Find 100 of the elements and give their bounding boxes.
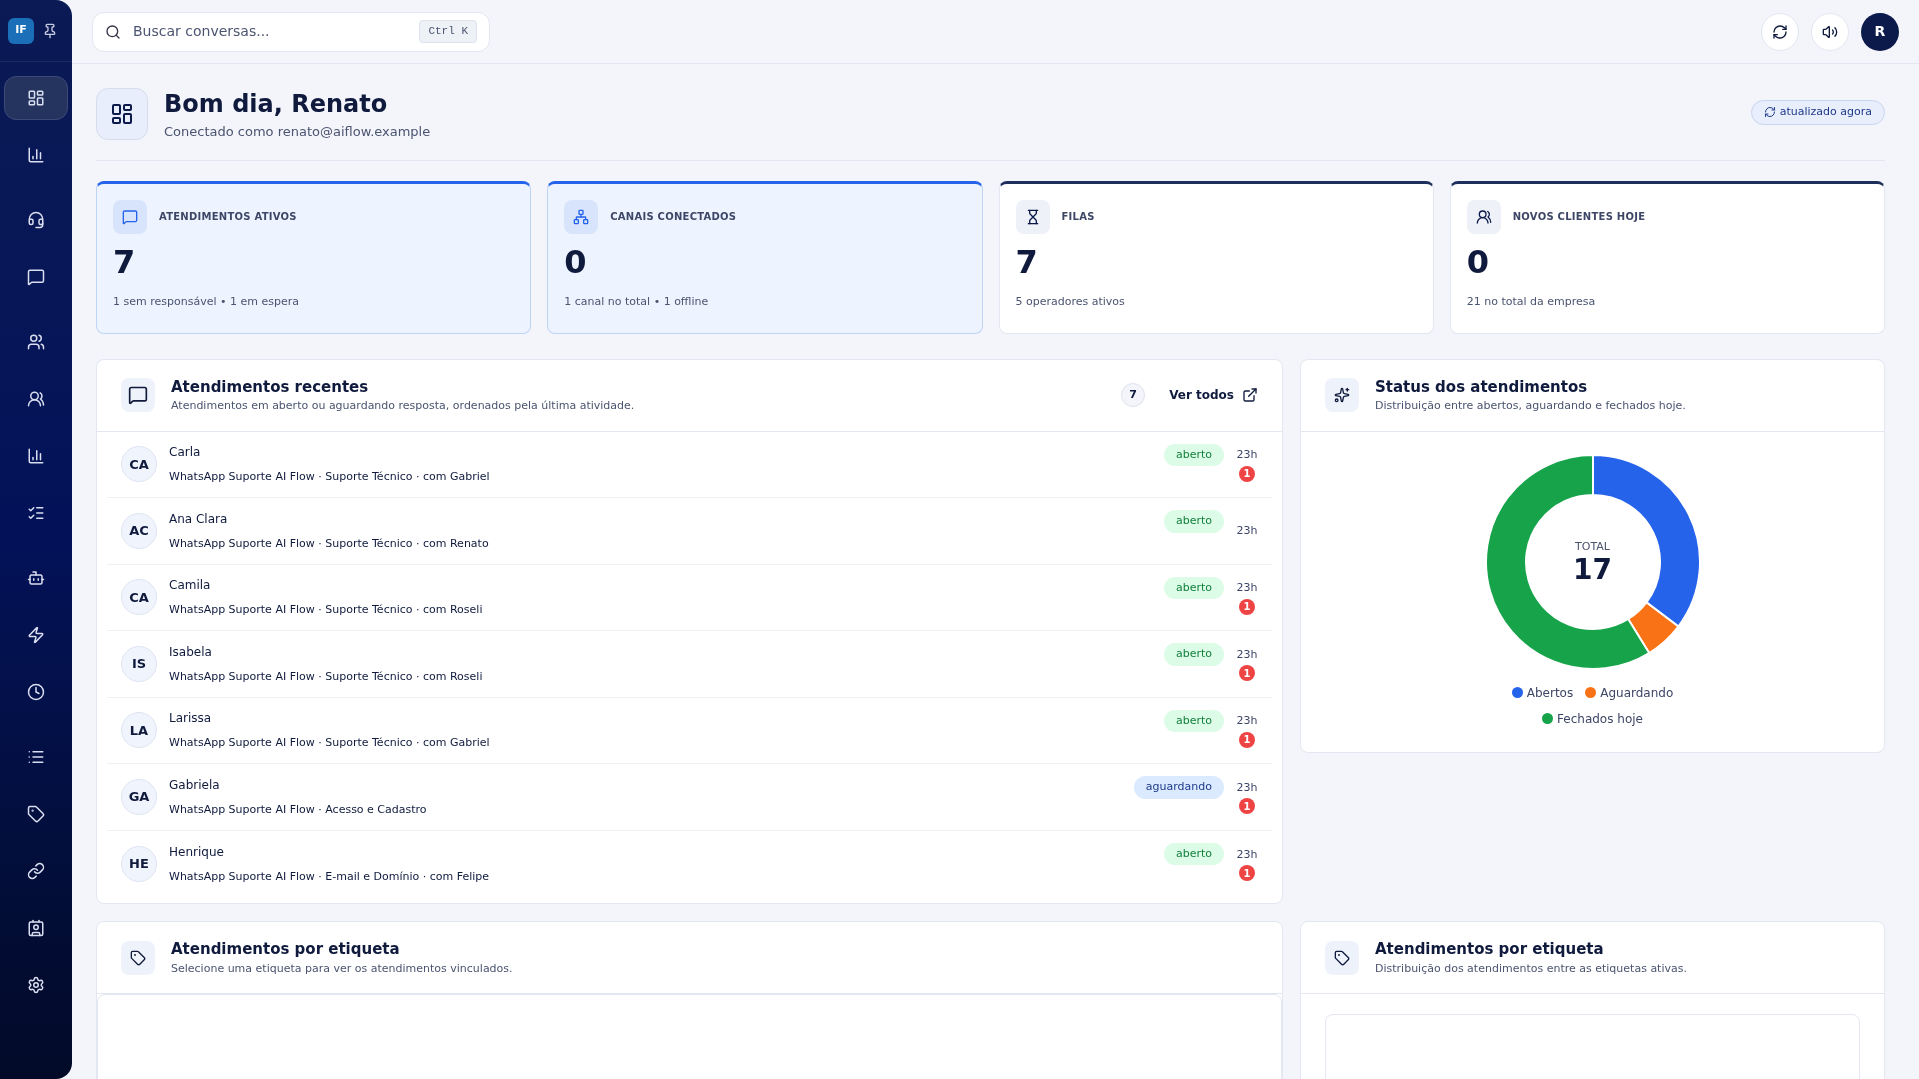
conversation-detail: WhatsApp Suporte AI Flow · Suporte Técnico · com Renato [169, 535, 490, 552]
conversation-detail: WhatsApp Suporte AI Flow · Suporte Técnico · com Gabriel [169, 735, 491, 751]
time-label: 23h [1236, 713, 1258, 729]
kpi-label: NOVOS CLIENTES HOJE [1512, 210, 1646, 224]
contact-name: Gabriela [169, 776, 221, 794]
pin-icon[interactable] [42, 22, 58, 39]
status-tag: aberto [1163, 709, 1224, 732]
contact-name: Carla [169, 444, 202, 461]
unread-badge: 1 [1239, 465, 1255, 482]
time-label: 23h [1236, 580, 1258, 596]
count-badge: 7 [1121, 383, 1146, 407]
time-label: 23h [1236, 779, 1258, 796]
sound-button[interactable] [1811, 12, 1849, 51]
kpi-value: 0 [564, 241, 588, 283]
app-logo: IF [8, 17, 34, 44]
external-link-icon [1242, 387, 1258, 403]
kpi-value: 7 [113, 241, 137, 283]
conversation-row[interactable]: HE Henrique WhatsApp Suporte AI Flow · E-mail e Domínio · com Felipe aberto 23h 1 [107, 830, 1272, 897]
card-subtitle: Atendimentos em aberto ou aguardando resposta, ordenados pela última atividade. [171, 398, 636, 414]
conversation-detail: WhatsApp Suporte AI Flow · Suporte Técnico · com Roseli [169, 668, 484, 685]
kpi-note: 1 canal no total • 1 offline [564, 293, 710, 310]
initials-avatar: HE [121, 845, 157, 882]
legend-label: Aguardando [1600, 684, 1674, 702]
conversation-detail: WhatsApp Suporte AI Flow · Acesso e Cadastro [169, 801, 428, 818]
shortcut-hint: Ctrl K [419, 20, 477, 43]
unread-badge: 1 [1239, 798, 1255, 814]
chat-icon [122, 208, 138, 225]
status-tag: aberto [1163, 842, 1224, 865]
status-tag: aberto [1163, 510, 1224, 533]
legend-label: Fechados hoje [1557, 710, 1643, 728]
contact-name: Camila [169, 577, 212, 594]
card-subtitle: Selecione uma etiqueta para ver os atendimentos vinculados. [171, 960, 513, 977]
kpi-label: ATENDIMENTOS ATIVOS [159, 210, 297, 224]
refresh-icon [1772, 23, 1788, 40]
kpi-value: 0 [1466, 241, 1490, 283]
speaker-icon [1822, 23, 1838, 40]
robot-icon [27, 569, 45, 587]
checklist-icon [27, 504, 45, 522]
group-icon [1475, 208, 1492, 225]
kpi-note: 21 no total da empresa [1466, 293, 1597, 310]
updated-status[interactable]: atualizado agora [1750, 100, 1885, 125]
user-avatar[interactable]: R [1861, 12, 1899, 51]
contact-name: Henrique [169, 843, 225, 861]
refresh-button[interactable] [1761, 12, 1799, 51]
unread-badge: 1 [1239, 865, 1255, 881]
lightning-icon [27, 626, 45, 644]
kpi-label: FILAS [1061, 210, 1095, 224]
conversation-row[interactable]: GA Gabriela WhatsApp Suporte AI Flow · Acesso e Cadastro aguardando 23h 1 [107, 764, 1272, 831]
tag-icon [27, 805, 45, 823]
unread-badge: 1 [1239, 731, 1255, 748]
conversation-row[interactable]: CA Carla WhatsApp Suporte AI Flow · Suporte Técnico · com Gabriel aberto 23h 1 [107, 431, 1272, 498]
page-title: Bom dia, Renato [164, 89, 389, 120]
total-value: 17 [1573, 555, 1612, 584]
network-icon [573, 208, 590, 225]
time-label: 23h [1236, 447, 1258, 463]
bar-chart-icon [27, 146, 45, 164]
page-subtitle: Conectado como renato@aiflow.example [164, 123, 431, 141]
initials-avatar: IS [121, 645, 157, 682]
dashboard-icon [27, 89, 45, 107]
card-title: Atendimentos recentes [171, 376, 370, 398]
card-subtitle: Distribuição dos atendimentos entre as etiquetas ativas. [1375, 960, 1687, 977]
chat-icon [128, 385, 148, 405]
card-title: Atendimentos por etiqueta [171, 939, 401, 960]
time-label: 23h [1236, 846, 1258, 863]
status-tag: aberto [1163, 443, 1224, 466]
chat-icon [27, 268, 45, 286]
kpi-label: CANAIS CONECTADOS [610, 210, 737, 224]
initials-avatar: AC [121, 512, 157, 549]
contact-name: Larissa [169, 710, 213, 727]
card-subtitle: Distribuição entre abertos, aguardando e fechados hoje. [1375, 398, 1686, 414]
report-icon [27, 447, 45, 465]
conversation-row[interactable]: AC Ana Clara WhatsApp Suporte AI Flow · Suporte Técnico · com Renato aberto 23h [107, 498, 1272, 565]
conversation-row[interactable]: CA Camila WhatsApp Suporte AI Flow · Suporte Técnico · com Roseli aberto 23h 1 [107, 564, 1272, 631]
time-label: 23h [1236, 522, 1258, 539]
tag-icon [130, 949, 146, 966]
initials-avatar: CA [121, 579, 157, 616]
dashboard-icon [110, 101, 134, 126]
status-tag: aberto [1163, 643, 1224, 666]
card-title: Atendimentos por etiqueta [1375, 939, 1605, 960]
unread-badge: 1 [1239, 598, 1255, 615]
search-field[interactable]: Buscar conversas... Ctrl K [92, 11, 490, 52]
kpi-value: 7 [1015, 241, 1039, 283]
status-tag: aberto [1163, 576, 1224, 599]
contact-name: Ana Clara [169, 510, 229, 528]
view-all-link[interactable]: Ver todos [1169, 386, 1258, 404]
sidebar-item[interactable] [4, 76, 68, 120]
initials-avatar: LA [121, 712, 157, 749]
conversation-detail: WhatsApp Suporte AI Flow · Suporte Técnico · com Gabriel [169, 469, 491, 485]
clock-icon [27, 683, 45, 701]
legend-label: Abertos [1526, 684, 1574, 702]
conversation-detail: WhatsApp Suporte AI Flow · Suporte Técnico · com Roseli [169, 602, 484, 618]
settings-icon [27, 976, 45, 994]
conversation-row[interactable]: LA Larissa WhatsApp Suporte AI Flow · Suporte Técnico · com Gabriel aberto 23h 1 [107, 697, 1272, 764]
sparkle-icon [1334, 387, 1350, 403]
unread-badge: 1 [1239, 665, 1255, 681]
conversation-row[interactable]: IS Isabela WhatsApp Suporte AI Flow · Suporte Técnico · com Roseli aberto 23h 1 [107, 631, 1272, 698]
card-title: Status dos atendimentos [1375, 376, 1589, 398]
search-input[interactable]: Buscar conversas... [133, 21, 408, 42]
initials-avatar: GA [121, 778, 157, 815]
refresh-icon [1763, 106, 1776, 119]
